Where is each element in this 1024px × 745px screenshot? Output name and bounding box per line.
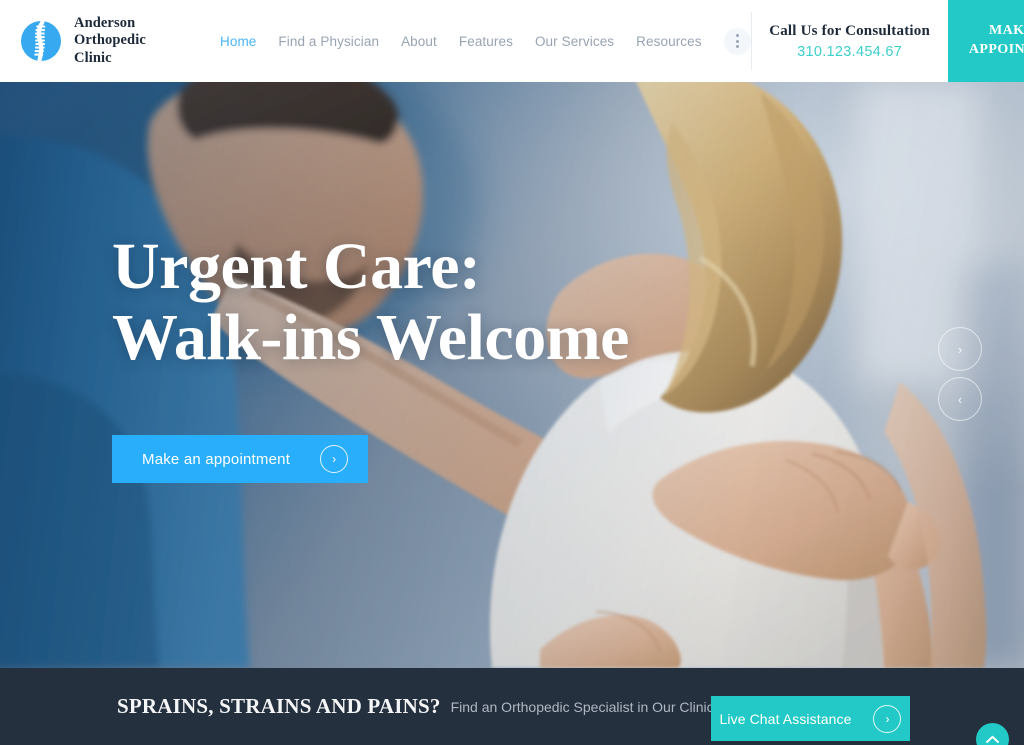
hero-cta-label: Make an appointment	[142, 450, 291, 468]
hero-make-appointment-button[interactable]: Make an appointment ›	[112, 435, 369, 484]
live-chat-assistance-button[interactable]: Live Chat Assistance ›	[711, 696, 910, 741]
bottom-bar-headline: SPRAINS, STRAINS AND PAINS?	[117, 694, 441, 718]
hero-title-line-2: Walk-ins Welcome	[112, 300, 629, 374]
brand-name: Anderson Orthopedic Clinic	[74, 15, 146, 66]
phone-number-link[interactable]: 310.123.454.67	[797, 44, 902, 60]
spine-circle-logo-icon	[18, 18, 64, 64]
nav-item-resources[interactable]: Resources	[636, 34, 701, 49]
kebab-dot	[735, 45, 739, 48]
main-navigation: Home Find a Physician About Features Our…	[212, 0, 751, 82]
nav-item-home[interactable]: Home	[220, 34, 256, 49]
chevron-up-icon	[986, 735, 999, 743]
call-title: Call Us for Consultation	[769, 22, 930, 39]
arrow-right-circle-icon: ›	[320, 445, 349, 474]
kebab-dot	[735, 39, 739, 43]
bottom-bar-subtext: Find an Orthopedic Specialist in Our Cli…	[450, 698, 714, 715]
hero-content: Urgent Care: Walk-ins Welcome Make an ap…	[112, 230, 629, 484]
nav-item-about[interactable]: About	[401, 34, 437, 49]
nav-item-features[interactable]: Features	[459, 34, 513, 49]
slider-next-button[interactable]: ›	[938, 327, 982, 371]
site-header: Anderson Orthopedic Clinic Home Find a P…	[0, 0, 1024, 82]
call-consultation-block: Call Us for Consultation 310.123.454.67	[752, 0, 948, 82]
brand-line-3: Clinic	[74, 49, 112, 66]
nav-item-find-a-physician[interactable]: Find a Physician	[278, 34, 379, 49]
brand-logo[interactable]: Anderson Orthopedic Clinic	[0, 0, 212, 82]
slider-prev-button[interactable]: ‹	[938, 377, 982, 421]
arrow-right-circle-icon: ›	[873, 704, 902, 733]
hero-title: Urgent Care: Walk-ins Welcome	[112, 230, 629, 374]
kebab-dot	[735, 34, 739, 37]
brand-line-2: Orthopedic	[74, 32, 146, 49]
kebab-menu-icon[interactable]	[723, 27, 751, 55]
live-chat-label: Live Chat Assistance	[719, 710, 852, 727]
hero-section: Urgent Care: Walk-ins Welcome Make an ap…	[0, 82, 1024, 668]
bottom-bar-text: SPRAINS, STRAINS AND PAINS? Find an Orth…	[117, 668, 714, 745]
page-root: Anderson Orthopedic Clinic Home Find a P…	[0, 0, 1024, 745]
nav-item-our-services[interactable]: Our Services	[535, 34, 614, 49]
make-an-appointment-button[interactable]: MAKE AN APPOINTMENT	[947, 0, 1024, 82]
hero-title-line-1: Urgent Care:	[112, 230, 481, 303]
hero-slider-navigation: › ‹	[938, 327, 982, 421]
brand-line-1: Anderson	[74, 15, 136, 32]
